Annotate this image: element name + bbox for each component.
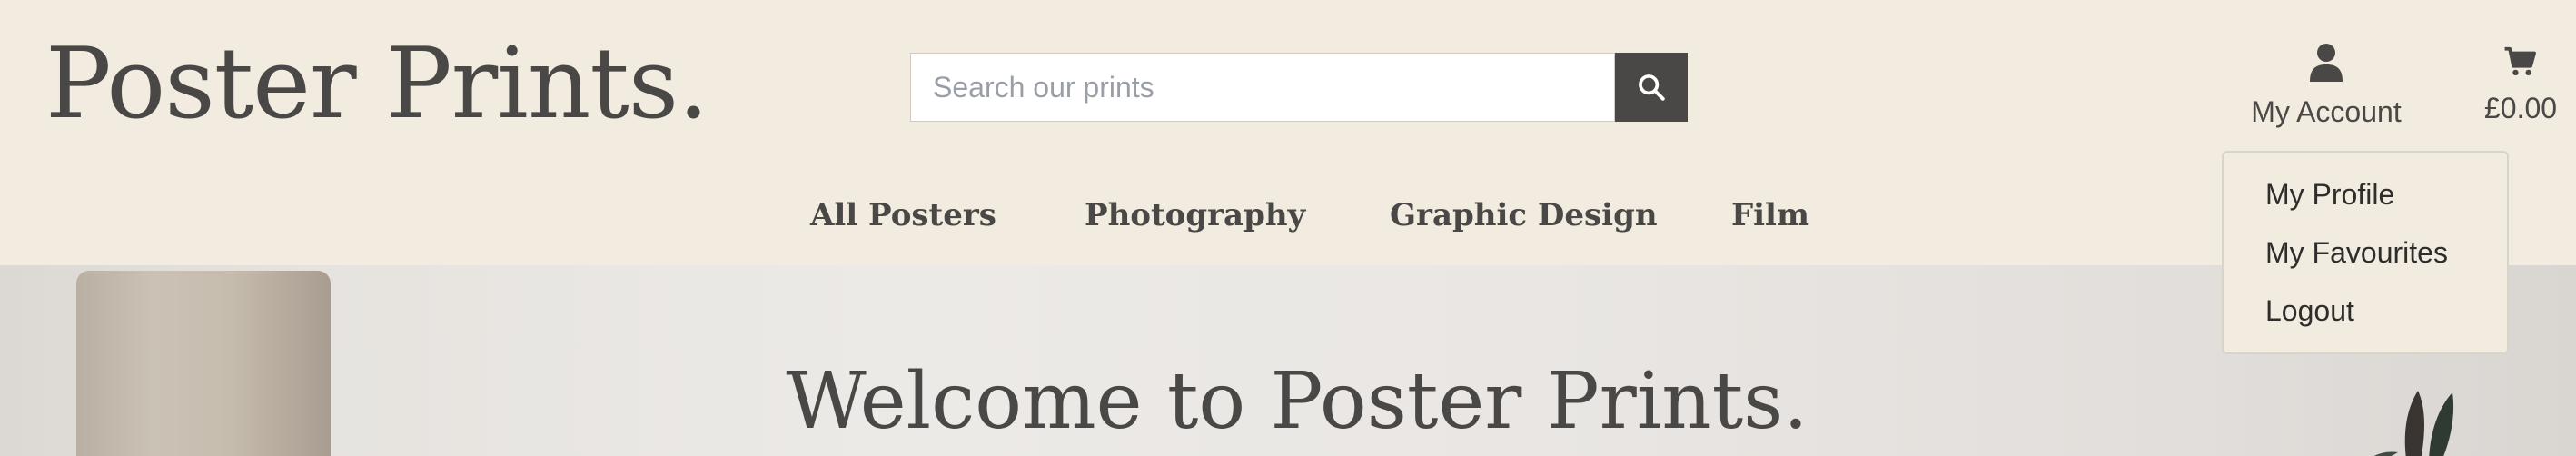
search-icon — [1639, 74, 1665, 101]
my-account-label: My Account — [2251, 95, 2402, 128]
nav-item-all-posters[interactable]: All Posters — [810, 193, 996, 238]
user-icon — [2310, 44, 2343, 82]
site-header: Poster Prints. My Account £0.00 All Post… — [0, 0, 2576, 265]
nav-item-film[interactable]: Film — [1731, 193, 1809, 238]
search-input[interactable] — [910, 53, 1615, 122]
cart-link[interactable]: £0.00 — [2471, 45, 2571, 126]
menu-item-my-profile[interactable]: My Profile — [2265, 176, 2394, 213]
search-bar — [910, 53, 1688, 122]
hero-banner: Welcome to Poster Prints. — [0, 265, 2576, 456]
hero-title: Welcome to Poster Prints. — [786, 356, 1808, 447]
site-logo[interactable]: Poster Prints. — [45, 25, 709, 144]
my-account-link[interactable]: My Account — [2242, 42, 2411, 130]
main-nav: All Posters Photography Graphic Design F… — [0, 193, 2576, 238]
cart-total: £0.00 — [2483, 92, 2558, 124]
menu-item-logout[interactable]: Logout — [2265, 292, 2354, 329]
account-dropdown-menu: My Profile My Favourites Logout — [2222, 151, 2509, 354]
search-button[interactable] — [1615, 53, 1688, 122]
cart-icon — [2504, 46, 2536, 76]
nav-item-photography[interactable]: Photography — [1085, 193, 1305, 238]
nav-item-graphic-design[interactable]: Graphic Design — [1390, 193, 1658, 238]
menu-item-my-favourites[interactable]: My Favourites — [2265, 234, 2448, 271]
